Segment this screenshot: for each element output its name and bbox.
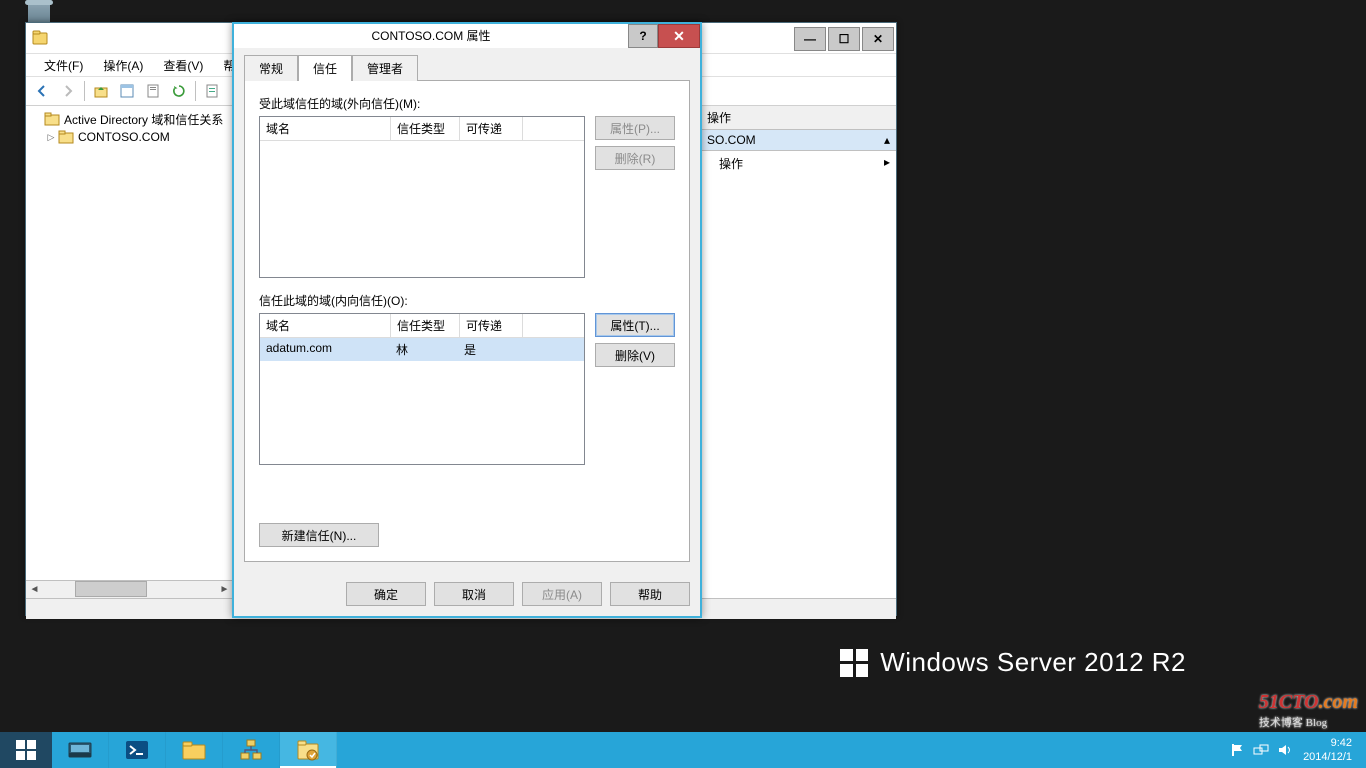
minimize-button[interactable]: — (794, 27, 826, 51)
system-tray: 9:42 2014/12/1 (1225, 732, 1366, 768)
cell-type: 林 (390, 338, 458, 361)
tab-trust[interactable]: 信任 (298, 55, 352, 81)
tray-time: 9:42 (1303, 736, 1352, 750)
tray-network-icon[interactable] (1253, 742, 1269, 758)
tree-domain[interactable]: ▷ CONTOSO.COM (30, 128, 233, 146)
scroll-right-arrow[interactable]: ► (216, 581, 233, 598)
actions-context-header[interactable]: SO.COM ▴ (701, 130, 896, 151)
incoming-remove-button[interactable]: 删除(V) (595, 343, 675, 367)
os-watermark: Windows Server 2012 R2 (840, 647, 1186, 678)
scroll-thumb[interactable] (75, 581, 147, 597)
expander-icon[interactable]: ▷ (44, 132, 58, 143)
nav-forward-button[interactable] (56, 79, 80, 103)
mmc-actions-pane: 操作 SO.COM ▴ 操作 ▸ (700, 106, 896, 598)
toolbar-separator (84, 81, 85, 101)
apply-button: 应用(A) (522, 582, 602, 606)
ad-trusts-icon (44, 111, 60, 127)
tree-domain-label: CONTOSO.COM (74, 130, 170, 144)
toolbar-separator (195, 81, 196, 101)
col-transitive[interactable]: 可传递 (460, 314, 523, 337)
col-spacer (523, 117, 584, 140)
ok-button[interactable]: 确定 (346, 582, 426, 606)
domain-properties-dialog: CONTOSO.COM 属性 ? ✕ 常规 信任 管理者 受此域信任的域(外向信… (232, 22, 702, 618)
cell-domain: adatum.com (260, 338, 390, 361)
taskbar-server-manager[interactable] (52, 732, 109, 768)
actions-context-label: SO.COM (707, 133, 756, 147)
actions-more[interactable]: 操作 ▸ (701, 151, 896, 176)
mmc-app-icon (26, 23, 54, 53)
taskbar-powershell[interactable] (109, 732, 166, 768)
dialog-help-button[interactable]: ? (628, 24, 658, 48)
cancel-button[interactable]: 取消 (434, 582, 514, 606)
submenu-icon: ▸ (884, 155, 890, 172)
windows-logo-icon (16, 740, 36, 760)
incoming-trusts-label: 信任此域的域(内向信任)(O): (259, 292, 675, 309)
domain-icon (58, 129, 74, 145)
cell-transitive: 是 (458, 338, 520, 361)
start-button[interactable] (0, 732, 52, 768)
maximize-button[interactable]: ☐ (828, 27, 860, 51)
up-button[interactable] (89, 79, 113, 103)
col-type[interactable]: 信任类型 (391, 117, 460, 140)
incoming-trust-row[interactable]: adatum.com 林 是 (260, 338, 584, 361)
dialog-title: CONTOSO.COM 属性 (234, 24, 628, 48)
taskbar-ad-trusts[interactable] (280, 732, 337, 768)
mmc-tree-pane: Active Directory 域和信任关系 ▷ CONTOSO.COM ◄ … (26, 106, 234, 598)
close-button[interactable]: ✕ (862, 27, 894, 51)
taskbar: 9:42 2014/12/1 (0, 732, 1366, 768)
new-trust-button[interactable]: 新建信任(N)... (259, 523, 379, 547)
taskbar-explorer[interactable] (166, 732, 223, 768)
tree-horizontal-scrollbar[interactable]: ◄ ► (26, 580, 233, 598)
col-spacer (523, 314, 584, 337)
export-button[interactable] (141, 79, 165, 103)
tab-general[interactable]: 常规 (244, 55, 298, 81)
outgoing-properties-button: 属性(P)... (595, 116, 675, 140)
tree-root[interactable]: Active Directory 域和信任关系 (30, 110, 233, 128)
menu-file[interactable]: 文件(F) (34, 54, 93, 76)
scroll-left-arrow[interactable]: ◄ (26, 581, 43, 598)
tab-managedby[interactable]: 管理者 (352, 55, 418, 81)
outgoing-trusts-list[interactable]: 域名 信任类型 可传递 (259, 116, 585, 278)
site-watermark-sub: 技术博客 Blog (1259, 714, 1358, 730)
tab-strip: 常规 信任 管理者 (244, 54, 690, 80)
show-hide-tree-button[interactable] (115, 79, 139, 103)
windows-logo-icon (840, 649, 868, 677)
menu-view[interactable]: 查看(V) (153, 54, 213, 76)
col-domain[interactable]: 域名 (260, 314, 391, 337)
tab-page-trust: 受此域信任的域(外向信任)(M): 域名 信任类型 可传递 属性(P)... 删… (244, 80, 690, 562)
tray-date: 2014/12/1 (1303, 750, 1352, 764)
outgoing-trusts-label: 受此域信任的域(外向信任)(M): (259, 95, 675, 112)
col-domain[interactable]: 域名 (260, 117, 391, 140)
incoming-trusts-list[interactable]: 域名 信任类型 可传递 adatum.com 林 是 (259, 313, 585, 465)
col-type[interactable]: 信任类型 (391, 314, 460, 337)
os-watermark-text: Windows Server 2012 R2 (880, 647, 1186, 678)
actions-header: 操作 (701, 106, 896, 130)
help-button[interactable]: 帮助 (610, 582, 690, 606)
col-transitive[interactable]: 可传递 (460, 117, 523, 140)
actions-more-label: 操作 (719, 155, 743, 172)
tray-sound-icon[interactable] (1277, 742, 1293, 758)
dialog-titlebar[interactable]: CONTOSO.COM 属性 ? ✕ (234, 24, 700, 48)
taskbar-item-network[interactable] (223, 732, 280, 768)
site-watermark: 51CTO.com 技术博客 Blog (1259, 691, 1358, 730)
outgoing-remove-button: 删除(R) (595, 146, 675, 170)
menu-action[interactable]: 操作(A) (93, 54, 153, 76)
tree-root-label: Active Directory 域和信任关系 (60, 111, 223, 128)
tray-flag-icon[interactable] (1229, 742, 1245, 758)
nav-back-button[interactable] (30, 79, 54, 103)
site-watermark-part2: .com (1319, 691, 1358, 713)
properties-button[interactable] (200, 79, 224, 103)
collapse-icon[interactable]: ▴ (884, 133, 890, 147)
dialog-close-button[interactable]: ✕ (658, 24, 700, 48)
incoming-properties-button[interactable]: 属性(T)... (595, 313, 675, 337)
site-watermark-part1: 51CTO (1259, 691, 1319, 713)
dialog-footer: 确定 取消 应用(A) 帮助 (234, 572, 700, 616)
tray-clock[interactable]: 9:42 2014/12/1 (1297, 736, 1358, 765)
refresh-button[interactable] (167, 79, 191, 103)
